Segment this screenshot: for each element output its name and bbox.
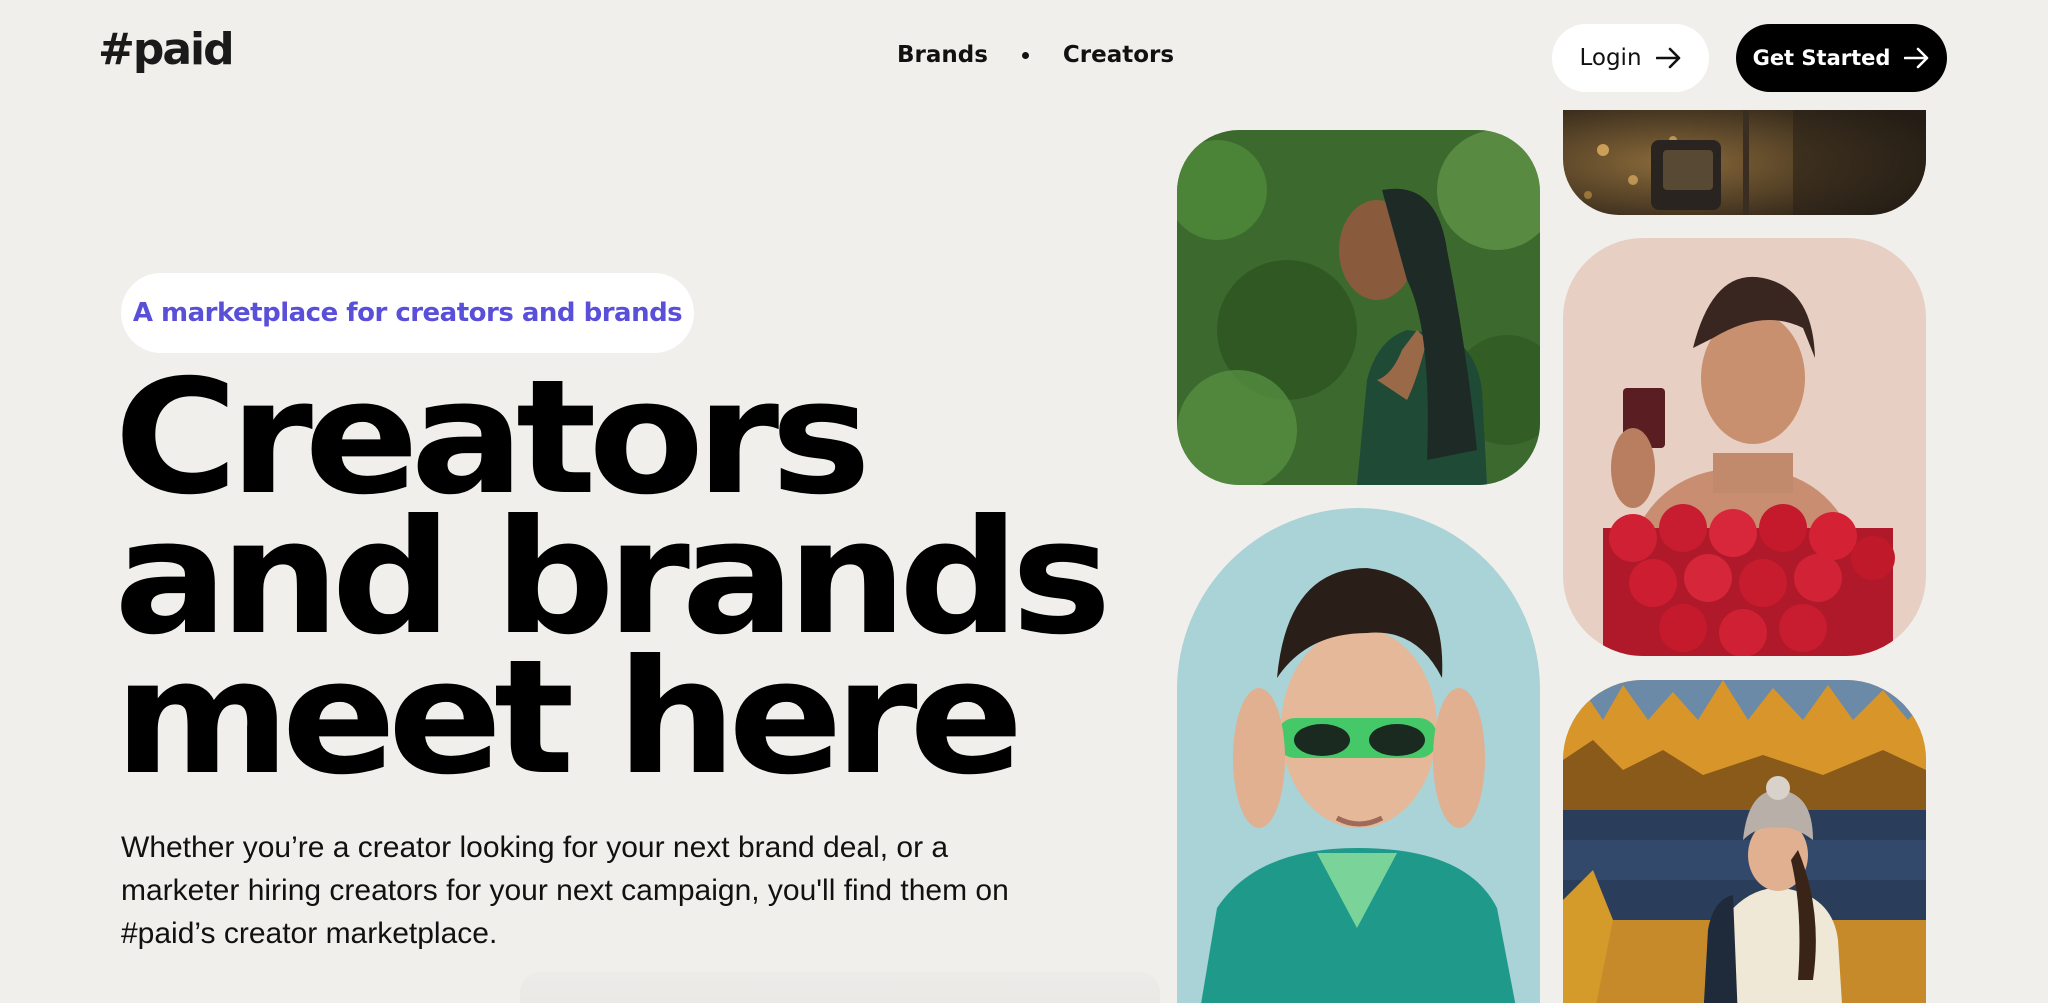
photo-man-green-sunglasses	[1177, 508, 1540, 1003]
tagline-badge: A marketplace for creators and brands	[121, 273, 694, 353]
photo-woman-roses-perfume	[1563, 238, 1926, 656]
hero-description: Whether you’re a creator looking for you…	[121, 831, 1009, 950]
main-nav: Brands Creators	[897, 42, 1174, 68]
headline-line-3: meet here	[114, 626, 1024, 810]
photo-perfume-hands	[1563, 110, 1926, 215]
nav-separator-dot	[1021, 51, 1029, 59]
get-started-button[interactable]: Get Started	[1736, 24, 1947, 92]
nav-brands-link[interactable]: Brands	[897, 42, 988, 68]
login-button[interactable]: Login	[1552, 24, 1709, 92]
login-label: Login	[1579, 45, 1642, 71]
landing-page: #paid Brands Creators Login Get Started …	[0, 0, 2048, 1003]
photo-hiker-autumn-lake	[1563, 680, 1926, 1003]
arrow-right-icon	[1655, 47, 1682, 69]
logo[interactable]: #paid	[98, 28, 235, 72]
photo-woman-foliage	[1177, 130, 1540, 485]
get-started-label: Get Started	[1752, 46, 1891, 70]
hero-headline: Creators and brands meet here	[114, 359, 1112, 810]
nav-creators-link[interactable]: Creators	[1063, 42, 1174, 68]
scroll-fade-panel	[520, 972, 1160, 1003]
arrow-right-icon	[1904, 47, 1930, 69]
